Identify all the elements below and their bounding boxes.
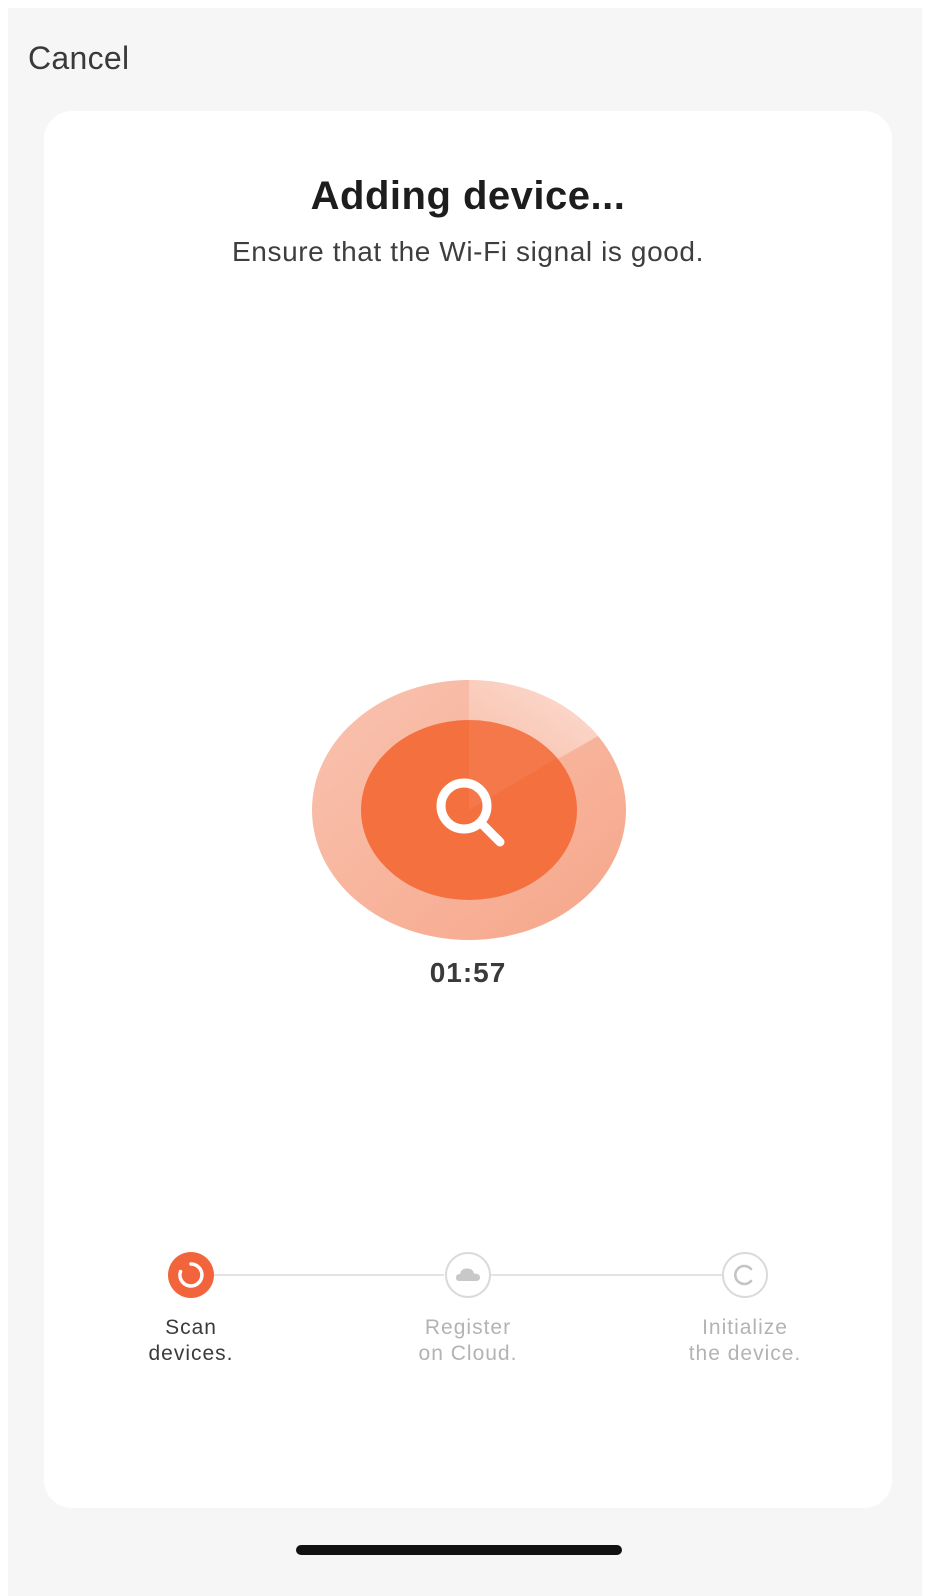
- step-label-line: Initialize: [702, 1316, 788, 1339]
- home-indicator[interactable]: [296, 1545, 622, 1555]
- initialize-icon: [734, 1264, 753, 1286]
- countdown-timer: 01:57: [429, 957, 507, 988]
- step-scan-icon: [168, 1252, 214, 1298]
- step-label-line: on Cloud.: [418, 1342, 518, 1365]
- cancel-button[interactable]: Cancel: [28, 40, 129, 77]
- step-label-line: Register: [424, 1316, 512, 1339]
- progress-steps: Scan devices. Register on Cloud. Initial…: [44, 1249, 892, 1389]
- loading-icon: [178, 1262, 204, 1288]
- step-connector: [491, 1274, 722, 1276]
- step-label-initialize: Initialize the device.: [645, 1315, 845, 1367]
- cloud-icon: [456, 1268, 480, 1281]
- step-register-icon: [445, 1252, 491, 1298]
- step-label-line: devices.: [148, 1342, 234, 1365]
- step-label-line: Scan: [165, 1316, 217, 1339]
- step-connector: [213, 1274, 444, 1276]
- step-label-scan: Scan devices.: [91, 1315, 291, 1367]
- page-title: Adding device...: [310, 174, 626, 218]
- screen: Cancel Adding device... Ensure that the …: [8, 8, 922, 1596]
- step-label-line: the device.: [688, 1342, 802, 1365]
- adding-device-card: Adding device... Ensure that the Wi-Fi s…: [44, 111, 892, 1508]
- step-initialize-icon: [722, 1252, 768, 1298]
- step-label-register: Register on Cloud.: [368, 1315, 568, 1367]
- scanning-radar: [310, 678, 628, 942]
- radar-graphic: [312, 680, 626, 940]
- page-subtitle: Ensure that the Wi-Fi signal is good.: [232, 236, 704, 267]
